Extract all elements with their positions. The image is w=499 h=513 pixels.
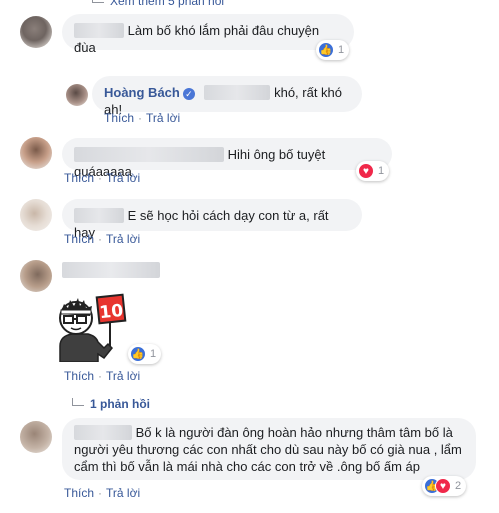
like-button[interactable]: Thích <box>104 111 134 125</box>
view-more-replies-link[interactable]: Xem thêm 5 phản hồi <box>92 0 224 8</box>
comment-actions: Thích · Trả lời <box>64 232 141 246</box>
blurred-author <box>74 23 124 38</box>
reply-button[interactable]: Trả lời <box>106 232 140 246</box>
love-icon: ♥ <box>435 478 451 494</box>
reaction-summary[interactable]: 👍 1 <box>316 40 350 60</box>
blurred-author <box>74 425 132 440</box>
comment-text-line: cẩm thì bố vẫn là mái nhà cho các con tr… <box>74 459 420 474</box>
reaction-summary[interactable]: 👍 1 <box>128 344 162 364</box>
avatar[interactable] <box>20 137 52 169</box>
sticker[interactable]: 10 <box>54 290 128 363</box>
reply-actions: Thích · Trả lời <box>104 111 181 125</box>
sticker-score: 10 <box>98 301 124 323</box>
blurred-text <box>204 85 271 100</box>
avatar[interactable] <box>20 16 52 48</box>
like-button[interactable]: Thích <box>64 171 94 185</box>
blurred-author <box>74 208 124 223</box>
reply-bubble: Hoàng Bách ✓ khó, rất khó ah! <box>92 76 362 117</box>
comment-text-line: Bố k là người đàn ông hoàn hảo nhưng thâ… <box>135 425 453 440</box>
like-button[interactable]: Thích <box>64 369 94 383</box>
comment-actions: Thích · Trả lời <box>64 369 141 383</box>
view-replies-link[interactable]: 1 phản hồi <box>72 397 150 411</box>
comment-text-line: người yêu thương các con nhất cho dù sau… <box>74 442 462 457</box>
comment-bubble: Bố k là người đàn ông hoàn hảo nhưng thâ… <box>62 418 476 480</box>
author-name[interactable]: Hoàng Bách <box>104 85 180 100</box>
love-icon: ♥ <box>358 163 374 179</box>
comment-bubble: Hihi ông bố tuyệt quáaaaaa <box>62 138 392 179</box>
like-icon: 👍 <box>130 346 146 362</box>
comment-bubble: Làm bố khó lắm phải đâu chuyện đùa <box>62 14 354 55</box>
comment-actions: Thích · Trả lời <box>64 171 141 185</box>
like-button[interactable]: Thích <box>64 232 94 246</box>
reply-button[interactable]: Trả lời <box>146 111 180 125</box>
verified-icon: ✓ <box>182 88 195 100</box>
like-button[interactable]: Thích <box>64 486 94 500</box>
reply-button[interactable]: Trả lời <box>106 171 140 185</box>
reply-button[interactable]: Trả lời <box>106 369 140 383</box>
blurred-author <box>74 147 224 162</box>
comment-actions: Thích · Trả lời <box>64 486 141 500</box>
like-icon: 👍 <box>318 42 334 58</box>
reply-button[interactable]: Trả lời <box>106 486 140 500</box>
reaction-summary[interactable]: 👍 ♥ 2 <box>422 476 467 496</box>
avatar[interactable] <box>66 84 88 106</box>
avatar[interactable] <box>20 421 52 453</box>
avatar[interactable] <box>20 260 52 292</box>
reaction-summary[interactable]: ♥ 1 <box>356 161 390 181</box>
comment-bubble: E sẽ học hỏi cách dạy con từ a, rất hay <box>62 199 362 240</box>
reply-arrow-icon <box>92 0 104 3</box>
blurred-author <box>62 262 160 278</box>
reply-arrow-icon <box>72 398 84 406</box>
avatar[interactable] <box>20 199 52 231</box>
